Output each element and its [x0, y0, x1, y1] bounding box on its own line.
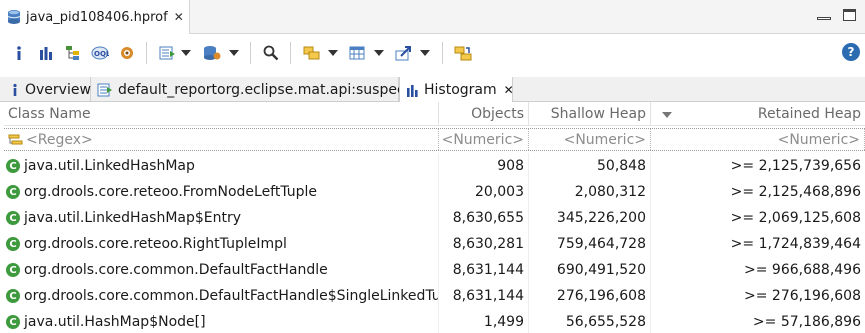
- info-icon: [10, 83, 20, 97]
- table-row[interactable]: Cjava.util.LinkedHashMap 908 50,848 >= 2…: [4, 153, 865, 179]
- column-label: Class Name: [8, 106, 91, 122]
- class-icon: C: [6, 263, 20, 277]
- tab-label: Histogram: [424, 82, 497, 98]
- column-header-class-name[interactable]: Class Name: [4, 102, 439, 126]
- export-icon[interactable]: [395, 44, 413, 62]
- filter-placeholder: <Numeric>: [441, 131, 524, 148]
- query-browser-icon[interactable]: [203, 44, 221, 62]
- compare-icon[interactable]: [454, 44, 472, 62]
- info-icon[interactable]: [10, 44, 28, 62]
- retained-heap-filter[interactable]: <Numeric>: [651, 129, 865, 150]
- retained-heap-value: >= 276,196,608: [744, 288, 861, 304]
- table-row[interactable]: Cjava.util.LinkedHashMap$Entry 8,630,655…: [4, 205, 865, 231]
- heap-dump-overview-icon[interactable]: [118, 44, 136, 62]
- histogram-icon: [406, 84, 419, 97]
- objects-value: 908: [439, 153, 529, 179]
- class-name: org.drools.core.common.DefaultFactHandle: [24, 262, 328, 278]
- shallow-heap-value: 759,464,728: [529, 231, 651, 257]
- tab-default-report[interactable]: default_report org.eclipse.mat.api:suspec…: [91, 77, 417, 102]
- shallow-heap-value: 56,655,528: [529, 309, 651, 333]
- class-icon: C: [6, 211, 20, 225]
- close-icon[interactable]: ✕: [504, 83, 514, 97]
- table-row[interactable]: Corg.drools.core.common.DefaultFactHandl…: [4, 283, 865, 309]
- column-header-shallow-heap[interactable]: Shallow Heap: [529, 102, 651, 126]
- dominator-tree-icon[interactable]: [64, 44, 82, 62]
- column-label: Objects: [471, 106, 524, 122]
- shallow-heap-value: 50,848: [529, 153, 651, 179]
- retained-heap-value: >= 2,125,468,896: [730, 184, 861, 200]
- filter-placeholder: <Regex>: [26, 131, 93, 148]
- class-name: org.drools.core.common.DefaultFactHandle…: [24, 288, 439, 304]
- help-icon[interactable]: ?: [842, 43, 860, 61]
- class-icon: C: [6, 315, 20, 329]
- calculate-retained-icon[interactable]: [348, 44, 366, 62]
- objects-value: 8,631,144: [439, 257, 529, 283]
- class-name: org.drools.core.reteoo.RightTupleImpl: [24, 236, 287, 252]
- result-tab-bar: Overview default_report org.eclipse.mat.a…: [0, 77, 865, 103]
- retained-heap-value: >= 1,724,839,464: [730, 236, 861, 252]
- svg-text:OQL: OQL: [94, 50, 109, 58]
- objects-value: 8,630,281: [439, 231, 529, 257]
- class-icon: C: [6, 159, 20, 173]
- table-row[interactable]: Corg.drools.core.reteoo.RightTupleImpl 8…: [4, 231, 865, 257]
- column-label: Shallow Heap: [550, 106, 646, 122]
- tab-overview[interactable]: Overview: [4, 77, 91, 102]
- objects-value: 8,630,655: [439, 205, 529, 231]
- class-name-filter[interactable]: <Regex>: [4, 129, 439, 150]
- class-name: java.util.HashMap$Node[]: [24, 314, 206, 330]
- filter-placeholder: <Numeric>: [563, 131, 646, 148]
- tab-label: Overview: [25, 81, 91, 98]
- objects-value: 1,499: [439, 309, 529, 333]
- search-icon[interactable]: [262, 44, 280, 62]
- tab-label-suffix: org.eclipse.mat.api:suspects: [217, 81, 418, 98]
- column-header-objects[interactable]: Objects: [439, 102, 529, 126]
- table-header: Class Name Objects Shallow Heap Retained…: [4, 102, 865, 126]
- class-icon: C: [6, 237, 20, 251]
- column-label: Retained Heap: [757, 106, 861, 122]
- editor-tab-bar: java_pid108406.hprof ✕: [0, 0, 865, 34]
- toolbar: OQL ?: [0, 34, 865, 74]
- shallow-heap-value: 345,226,200: [529, 205, 651, 231]
- class-name: java.util.LinkedHashMap$Entry: [24, 210, 242, 226]
- help-label: ?: [847, 45, 855, 59]
- column-header-retained-heap[interactable]: Retained Heap: [651, 102, 865, 126]
- report-icon: [97, 83, 113, 97]
- objects-value: 20,003: [439, 179, 529, 205]
- filter-placeholder: <Numeric>: [777, 131, 860, 148]
- shallow-heap-filter[interactable]: <Numeric>: [529, 129, 651, 150]
- class-name: java.util.LinkedHashMap: [24, 158, 195, 174]
- class-icon: C: [6, 289, 20, 303]
- histogram-icon[interactable]: [37, 44, 55, 62]
- filter-row: <Regex> <Numeric> <Numeric> <Numeric>: [4, 128, 865, 151]
- close-icon[interactable]: ✕: [174, 10, 184, 24]
- run-report-icon[interactable]: [158, 44, 176, 62]
- group-by-icon[interactable]: [303, 44, 321, 62]
- retained-heap-value: >= 2,069,125,608: [730, 210, 861, 226]
- editor-tab-title: java_pid108406.hprof: [26, 9, 168, 25]
- shallow-heap-value: 2,080,312: [529, 179, 651, 205]
- table-row[interactable]: Corg.drools.core.common.DefaultFactHandl…: [4, 257, 865, 283]
- tab-label: default_report: [118, 81, 218, 98]
- retained-heap-value: >= 966,688,496: [744, 262, 861, 278]
- minimize-button[interactable]: [815, 6, 833, 24]
- shallow-heap-value: 276,196,608: [529, 283, 651, 309]
- table-row[interactable]: Cjava.util.HashMap$Node[] 1,499 56,655,5…: [4, 309, 865, 333]
- tab-histogram[interactable]: Histogram ✕: [399, 77, 514, 103]
- sort-descending-icon: [662, 112, 672, 118]
- shallow-heap-value: 690,491,520: [529, 257, 651, 283]
- retained-heap-value: >= 57,186,896: [752, 314, 861, 330]
- filter-icon: [8, 134, 23, 144]
- objects-filter[interactable]: <Numeric>: [439, 129, 529, 150]
- objects-value: 8,631,144: [439, 283, 529, 309]
- database-icon: [7, 10, 21, 24]
- retained-heap-value: >= 2,125,739,656: [730, 158, 861, 174]
- maximize-button[interactable]: [840, 6, 858, 24]
- class-icon: C: [6, 185, 20, 199]
- table-row[interactable]: Corg.drools.core.reteoo.FromNodeLeftTupl…: [4, 179, 865, 205]
- oql-icon[interactable]: OQL: [91, 44, 109, 62]
- editor-tab-heap-dump[interactable]: java_pid108406.hprof ✕: [0, 0, 190, 34]
- class-name: org.drools.core.reteoo.FromNodeLeftTuple: [24, 184, 318, 200]
